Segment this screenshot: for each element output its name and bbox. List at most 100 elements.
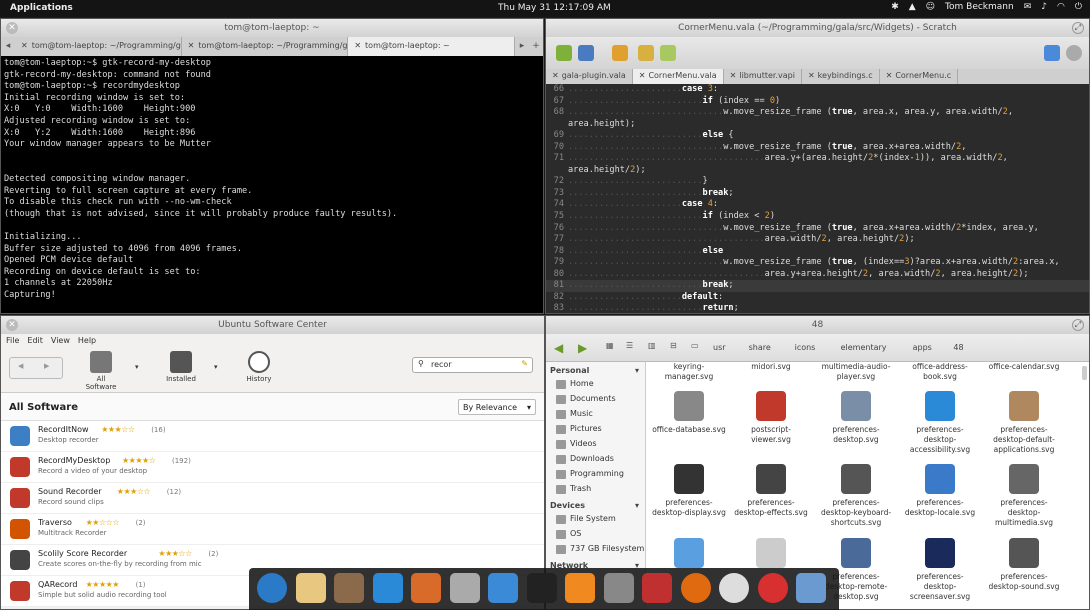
tab-close-icon[interactable]: ✕ xyxy=(552,71,559,82)
sidebar-item[interactable]: Downloads xyxy=(546,452,645,467)
list-item[interactable]: RecordMyDesktop Record a video of your de… xyxy=(1,452,544,483)
network-icon[interactable]: ▲ xyxy=(909,2,916,12)
chevron-down-icon[interactable]: ▾ xyxy=(135,363,139,371)
file-item[interactable] xyxy=(651,538,727,572)
maximize-icon[interactable]: ⤢ xyxy=(1072,319,1084,331)
file-item[interactable]: office-address- book.svg xyxy=(902,362,978,382)
close-icon[interactable]: ✕ xyxy=(6,319,18,331)
sidebar-item[interactable]: 737 GB Filesystem xyxy=(546,542,645,557)
list-view-icon[interactable]: ☰ xyxy=(626,341,633,350)
clear-icon[interactable]: ✎ xyxy=(521,359,528,368)
code-line[interactable]: 70 ..............................w.move_r… xyxy=(546,142,1089,154)
code-line[interactable]: 68 ..............................w.move_r… xyxy=(546,107,1089,119)
back-icon[interactable]: ◀ xyxy=(554,341,563,355)
wifi-icon[interactable]: ◠ xyxy=(1057,2,1065,12)
chevron-down-icon[interactable]: ▾ xyxy=(214,363,218,371)
breadcrumb-item[interactable]: apps xyxy=(913,343,932,352)
scrollbar[interactable] xyxy=(1082,366,1087,380)
volume-icon[interactable]: ♪ xyxy=(1041,2,1047,12)
share-icon[interactable] xyxy=(1044,45,1060,61)
sidebar-item[interactable]: Pictures xyxy=(546,422,645,437)
code-line[interactable]: 66 ......................case 3: xyxy=(546,84,1089,96)
code-line[interactable]: 75 ..........................if (index < … xyxy=(546,211,1089,223)
list-item[interactable]: Traverso Multitrack Recorder ★★☆☆☆ (2) xyxy=(1,514,544,545)
terminal-tab[interactable]: ✕ tom@tom-laeptop: ~ xyxy=(348,37,516,56)
tab-right-icon[interactable]: ▸ xyxy=(515,37,529,56)
code-line[interactable]: area.height); xyxy=(546,119,1089,131)
downloads-icon[interactable] xyxy=(488,573,518,603)
code-line[interactable]: 81 ..........................break; xyxy=(546,280,1089,292)
file-item[interactable]: multimedia-audio- player.svg xyxy=(818,362,894,382)
breadcrumb-item[interactable]: elementary xyxy=(841,343,887,352)
drive-icon[interactable]: ▭ xyxy=(691,341,699,350)
tab-close-icon[interactable]: ✕ xyxy=(808,71,815,82)
tab-close-icon[interactable]: ✕ xyxy=(188,41,195,52)
text-editor-icon[interactable] xyxy=(603,573,634,603)
search-input[interactable]: ⚲ recor ✎ xyxy=(412,357,533,373)
breadcrumb-item[interactable]: 48 xyxy=(953,343,963,352)
file-item[interactable]: preferences- desktop- multimedia.svg xyxy=(986,464,1062,528)
mail-icon[interactable] xyxy=(295,573,326,603)
editor-titlebar[interactable]: CornerMenu.vala (~/Programming/gala/src/… xyxy=(546,19,1089,37)
clock-icon[interactable] xyxy=(719,573,749,603)
tab-close-icon[interactable]: ✕ xyxy=(730,71,737,82)
code-line[interactable]: 74 ......................case 4: xyxy=(546,199,1089,211)
file-item[interactable]: office-database.svg xyxy=(651,391,727,435)
screen-recorder-icon[interactable] xyxy=(642,573,672,603)
file-item[interactable]: preferences- desktop-effects.svg xyxy=(733,464,809,518)
sidebar-item[interactable]: Videos xyxy=(546,437,645,452)
terminal-tab[interactable]: ✕tom@tom-laeptop: ~/Programming/gala/bui… xyxy=(182,37,349,56)
file-item[interactable]: preferences- desktop- accessibility.svg xyxy=(902,391,978,455)
clock[interactable]: Thu May 31 12:17:09 AM xyxy=(498,3,611,13)
web-browser-icon[interactable] xyxy=(257,573,287,603)
firefox-icon[interactable] xyxy=(680,573,711,603)
code-line[interactable]: 79 ..............................w.move_r… xyxy=(546,257,1089,269)
menu-file[interactable]: File xyxy=(6,336,19,347)
breadcrumb-item[interactable]: share xyxy=(749,343,771,352)
editor-tab[interactable]: ✕ keybindings.c xyxy=(802,69,880,84)
editor-tab[interactable]: ✕ CornerMenu.vala xyxy=(632,69,724,84)
chevron-down-icon[interactable]: ▾ xyxy=(635,501,639,510)
tab-close-icon[interactable]: ✕ xyxy=(639,71,646,82)
menu-edit[interactable]: Edit xyxy=(27,336,43,347)
gear-icon[interactable] xyxy=(1066,45,1082,61)
file-item[interactable]: postscript-viewer.svg xyxy=(733,391,809,445)
user-icon[interactable]: ☺ xyxy=(926,2,935,12)
file-item[interactable]: preferences- desktop-sound.svg xyxy=(986,538,1062,592)
forward-icon[interactable]: ▶ xyxy=(44,362,49,370)
history-button[interactable]: History xyxy=(239,351,279,383)
contacts-icon[interactable] xyxy=(334,573,364,603)
new-file-icon[interactable] xyxy=(556,45,572,61)
sidebar-item[interactable]: File System xyxy=(546,512,645,527)
file-item[interactable]: preferences- desktop-keyboard- shortcuts… xyxy=(818,464,894,528)
code-line[interactable]: 78 ..........................else xyxy=(546,246,1089,258)
file-item[interactable]: preferences- desktop-locale.svg xyxy=(902,464,978,518)
code-line[interactable]: 67 ..........................if (index ==… xyxy=(546,96,1089,108)
save-icon[interactable] xyxy=(612,45,628,61)
file-item[interactable] xyxy=(733,538,809,572)
sidebar-item[interactable]: Home xyxy=(546,377,645,392)
tab-close-icon[interactable]: ✕ xyxy=(21,41,28,52)
new-tab-icon[interactable]: + xyxy=(529,37,543,56)
code-line[interactable]: 76 ..............................w.move_r… xyxy=(546,223,1089,235)
maximize-icon[interactable]: ⤢ xyxy=(1072,22,1084,34)
grid-view-icon[interactable]: ▦ xyxy=(606,341,614,350)
file-item[interactable]: office-calendar.svg xyxy=(986,362,1062,372)
terminal-titlebar[interactable]: ✕ tom@tom-laeptop: ~ xyxy=(1,19,543,37)
file-item[interactable]: midori.svg xyxy=(733,362,809,372)
redo-icon[interactable] xyxy=(660,45,676,61)
code-view[interactable]: 66 ......................case 3: 67.......… xyxy=(546,84,1089,313)
terminal-output[interactable]: tom@tom-laeptop:~$ gtk-record-my-desktop… xyxy=(1,56,543,303)
installed-button[interactable]: Installed xyxy=(161,351,201,383)
applications-menu[interactable]: Applications xyxy=(10,3,73,13)
breadcrumb-item[interactable]: icons xyxy=(795,343,816,352)
fm-titlebar[interactable]: 48 ⤢ xyxy=(546,316,1089,334)
file-item[interactable]: preferences- desktop.svg xyxy=(818,391,894,445)
code-line[interactable]: 72..........................} xyxy=(546,176,1089,188)
code-line[interactable]: 80......................................… xyxy=(546,269,1089,281)
user-name[interactable]: Tom Beckmann xyxy=(945,2,1014,12)
list-item[interactable]: RecordItNow Desktop recorder ★★★☆☆ (16) xyxy=(1,421,544,452)
photos-icon[interactable] xyxy=(411,573,441,603)
power-icon[interactable]: ⏻ xyxy=(1075,2,1082,12)
menu-help[interactable]: Help xyxy=(78,336,96,347)
